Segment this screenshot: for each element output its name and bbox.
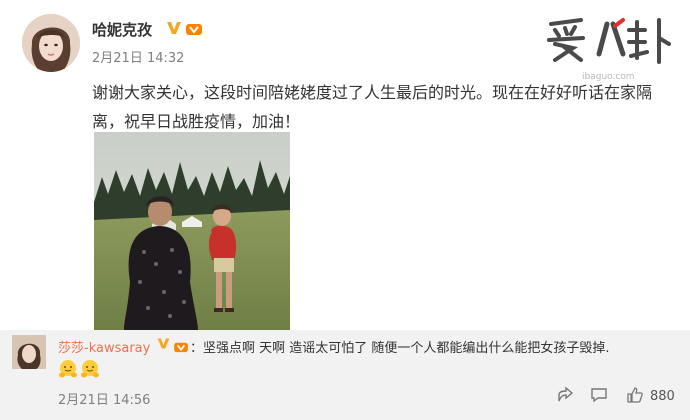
comment-text: ：坚强点啊 天啊 造谣太可怕了 随便一个人都能编出什么能把女孩子毁掉. <box>190 341 610 356</box>
like-count: 880 <box>650 389 675 404</box>
commenter-avatar[interactable] <box>12 335 46 369</box>
hug-emoji-icon <box>58 359 78 379</box>
vip-badge-icon[interactable] <box>174 338 188 353</box>
watermark-logo <box>545 14 673 76</box>
thumbs-up-icon[interactable] <box>626 386 644 404</box>
user-avatar[interactable] <box>22 14 80 72</box>
verified-v-icon <box>156 336 171 351</box>
hug-emoji-icon <box>80 359 100 379</box>
share-icon[interactable] <box>556 386 574 404</box>
post-photo[interactable] <box>94 132 290 330</box>
vip-badge-icon[interactable] <box>186 21 202 35</box>
comment-timestamp: 2月21日 14:56 <box>58 393 151 408</box>
comment-icon[interactable] <box>590 387 608 403</box>
post-timestamp[interactable]: 2月21日 14:32 <box>92 47 184 66</box>
post-username[interactable]: 哈妮克孜 <box>92 19 152 40</box>
post-content-text: 谢谢大家关心，这段时间陪姥姥度过了人生最后的时光。现在在好好听话在家隔离，祝早日… <box>92 83 653 131</box>
commenter-username[interactable]: 莎莎-kawsaray <box>58 337 150 356</box>
verified-v-icon <box>165 19 183 37</box>
